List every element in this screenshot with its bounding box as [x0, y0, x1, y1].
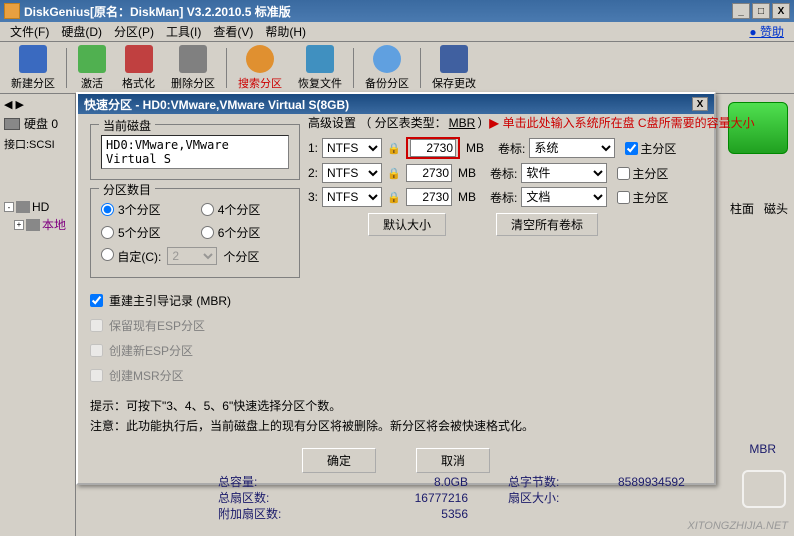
menubar: 文件(F) 硬盘(D) 分区(P) 工具(I) 查看(V) 帮助(H) ● 赞助: [0, 22, 794, 42]
dialog-titlebar: 快速分区 - HD0:VMware,VMware Virtual S(8GB) …: [78, 94, 714, 114]
size-input-2[interactable]: [406, 164, 452, 182]
radio-custom[interactable]: 自定(C):: [101, 248, 161, 265]
disk-icon: [4, 118, 20, 130]
custom-count-select[interactable]: 2: [167, 247, 217, 265]
menu-help[interactable]: 帮助(H): [259, 21, 312, 42]
tree-root[interactable]: -HD: [4, 200, 76, 214]
tree-local[interactable]: +本地: [14, 216, 76, 233]
count-legend: 分区数目: [99, 181, 155, 198]
arrow-icon: ▶: [489, 116, 498, 130]
size-input-1[interactable]: [410, 139, 456, 157]
app-icon: [4, 3, 20, 19]
vol-select-3[interactable]: 文档: [521, 187, 607, 207]
expand-icon[interactable]: -: [4, 202, 14, 212]
tool-recover[interactable]: 恢复文件: [291, 42, 349, 94]
default-size-button[interactable]: 默认大小: [368, 213, 446, 236]
ok-button[interactable]: 确定: [302, 448, 376, 473]
advanced-settings: 高级设置 （ 分区表类型： MBR ） ▶ 单击此处输入系统所在盘 C盘所需要的…: [308, 114, 774, 236]
tool-backup[interactable]: 备份分区: [358, 42, 416, 94]
mbr-label: MBR: [749, 442, 776, 456]
radio-5[interactable]: 5个分区: [101, 224, 161, 241]
radio-3[interactable]: 3个分区: [101, 201, 161, 218]
current-disk-group: 当前磁盘 HD0:VMware,VMware Virtual S: [90, 124, 300, 180]
sponsor-link[interactable]: ● 赞助: [743, 23, 790, 40]
current-disk-legend: 当前磁盘: [99, 117, 155, 134]
vol-select-1[interactable]: 系统: [529, 138, 615, 158]
menu-disk[interactable]: 硬盘(D): [55, 21, 108, 42]
quick-partition-dialog: 快速分区 - HD0:VMware,VMware Virtual S(8GB) …: [76, 92, 716, 485]
menu-tool[interactable]: 工具(I): [160, 21, 207, 42]
dialog-title: 快速分区 - HD0:VMware,VMware Virtual S(8GB): [84, 96, 692, 113]
adv-title-text: 高级设置 （ 分区表类型：: [308, 114, 447, 131]
primary-check-2[interactable]: 主分区: [617, 165, 668, 182]
check-keep-esp: 保留现有ESP分区: [90, 317, 300, 334]
primary-check-3[interactable]: 主分区: [617, 189, 668, 206]
dialog-close-button[interactable]: X: [692, 97, 708, 111]
tool-format[interactable]: 格式化: [115, 42, 162, 94]
sidebar-interface: 接口:SCSI: [4, 136, 71, 152]
disk-info: 总容量:8.0GB总字节数:8589934592 总扇区数:16777216扇区…: [218, 474, 778, 522]
lock-icon[interactable]: 🔒: [386, 165, 402, 181]
tool-new-partition[interactable]: 新建分区: [4, 42, 62, 94]
vol-select-2[interactable]: 软件: [521, 163, 607, 183]
toolbar: 新建分区 激活 格式化 删除分区 搜索分区 恢复文件 备份分区 保存更改: [0, 42, 794, 94]
close-button[interactable]: X: [772, 3, 790, 19]
watermark-logo-icon: [742, 470, 786, 508]
dialog-body: 当前磁盘 HD0:VMware,VMware Virtual S 分区数目 3个…: [78, 114, 714, 483]
primary-check-1[interactable]: 主分区: [625, 140, 676, 157]
current-disk-value: HD0:VMware,VMware Virtual S: [101, 135, 289, 169]
menu-view[interactable]: 查看(V): [207, 21, 259, 42]
check-msr: 创建MSR分区: [90, 367, 300, 384]
window-buttons: _ □ X: [732, 3, 790, 19]
dialog-tips: 提示：可按下"3、4、5、6"快速选择分区个数。 注意：此功能执行后，当前磁盘上…: [90, 396, 702, 436]
tip-2: 注意：此功能执行后，当前磁盘上的现有分区将被删除。新分区将会被快速格式化。: [90, 416, 702, 436]
lock-icon[interactable]: 🔒: [386, 140, 402, 156]
fs-select-2[interactable]: NTFS: [322, 163, 382, 183]
minimize-button[interactable]: _: [732, 3, 750, 19]
fs-select-1[interactable]: NTFS: [322, 138, 382, 158]
check-new-esp: 创建新ESP分区: [90, 342, 300, 359]
titlebar: DiskGenius[原名：DiskMan] V3.2.2010.5 标准版 _…: [0, 0, 794, 22]
sidebar-nav-icons: ◀ ▶: [4, 98, 71, 111]
radio-4[interactable]: 4个分区: [201, 201, 261, 218]
clear-labels-button[interactable]: 清空所有卷标: [496, 213, 598, 236]
partition-row-1: 1: NTFS 🔒 MB 卷标: 系统 主分区: [308, 137, 774, 159]
fs-select-3[interactable]: NTFS: [322, 187, 382, 207]
annotation: 单击此处输入系统所在盘 C盘所需要的容量大小: [503, 114, 755, 131]
partition-count-group: 分区数目 3个分区 4个分区 5个分区 6个分区 自定(C): 2 个分区: [90, 188, 300, 278]
disk-tree: -HD +本地: [4, 200, 76, 235]
size-input-3[interactable]: [406, 188, 452, 206]
options-checks: 重建主引导记录 (MBR) 保留现有ESP分区 创建新ESP分区 创建MSR分区: [90, 292, 300, 384]
tool-activate[interactable]: 激活: [71, 42, 113, 94]
adv-buttons: 默认大小 清空所有卷标: [368, 213, 774, 236]
radio-6[interactable]: 6个分区: [201, 224, 261, 241]
partition-row-2: 2: NTFS 🔒 MB 卷标: 软件 主分区: [308, 163, 774, 183]
sidebar-disk[interactable]: 硬盘 0: [4, 115, 71, 132]
sidebar: ◀ ▶ 硬盘 0 接口:SCSI: [0, 94, 76, 536]
window-title: DiskGenius[原名：DiskMan] V3.2.2010.5 标准版: [24, 3, 732, 20]
tool-delete[interactable]: 删除分区: [164, 42, 222, 94]
check-rebuild-mbr[interactable]: 重建主引导记录 (MBR): [90, 292, 300, 309]
size-highlight: [406, 137, 460, 159]
tip-1: 提示：可按下"3、4、5、6"快速选择分区个数。: [90, 396, 702, 416]
adv-type: MBR: [449, 116, 476, 130]
tool-save[interactable]: 保存更改: [425, 42, 483, 94]
partition-row-3: 3: NTFS 🔒 MB 卷标: 文档 主分区: [308, 187, 774, 207]
expand-icon[interactable]: +: [14, 220, 24, 230]
menu-file[interactable]: 文件(F): [4, 21, 55, 42]
disk-icon: [16, 201, 30, 213]
tool-search[interactable]: 搜索分区: [231, 42, 289, 94]
disk-icon: [26, 219, 40, 231]
watermark-text: XITONGZHIJIA.NET: [687, 520, 788, 532]
maximize-button[interactable]: □: [752, 3, 770, 19]
advanced-title-row: 高级设置 （ 分区表类型： MBR ） ▶ 单击此处输入系统所在盘 C盘所需要的…: [308, 114, 774, 131]
dialog-footer: 确定 取消: [90, 448, 702, 473]
lock-icon[interactable]: 🔒: [386, 189, 402, 205]
menu-partition[interactable]: 分区(P): [108, 21, 160, 42]
cancel-button[interactable]: 取消: [416, 448, 490, 473]
